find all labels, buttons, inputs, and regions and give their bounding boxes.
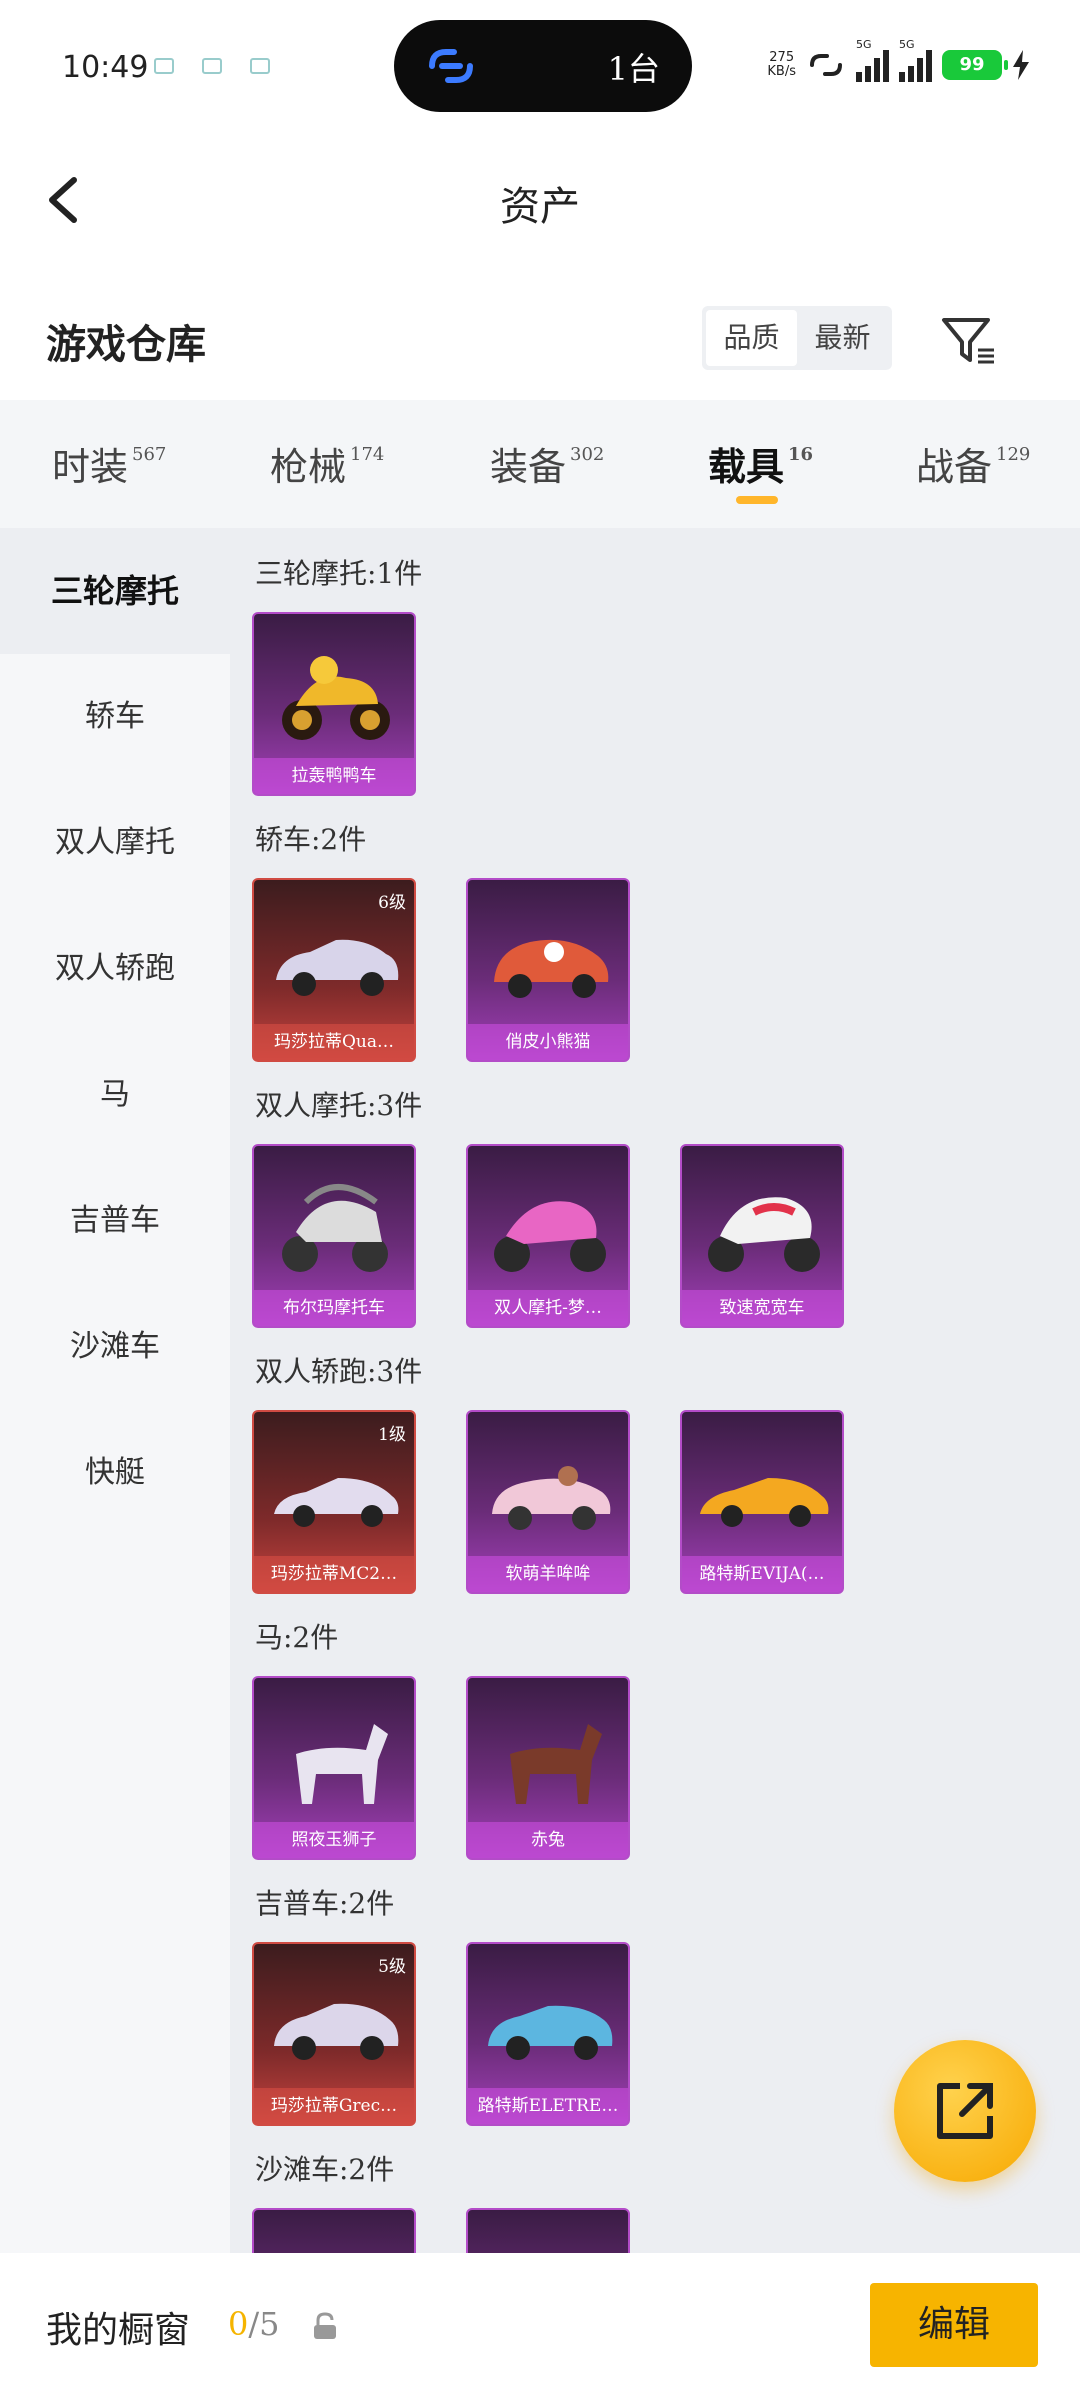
sidebar-item-speedboat[interactable]: 快艇 [0,1410,230,1536]
tab-vehicles[interactable]: 载具 16 [708,436,813,491]
app-header: 资产 [0,130,1080,270]
island-text: 1台 [607,50,660,88]
vehicle-name: 玛莎拉蒂MC2… [254,1556,414,1592]
vehicle-card[interactable]: 赤兔 [466,1676,630,1860]
filter-icon[interactable] [938,310,998,370]
vehicle-card[interactable]: 6级 玛莎拉蒂Qua… [252,878,416,1062]
tab-supplies[interactable]: 战备 129 [916,436,1030,491]
vehicle-name: 赤兔 [468,1822,628,1858]
sports-car-image [700,1478,829,1527]
vehicle-card[interactable]: 双人摩托-梦… [466,1144,630,1328]
status-bar: 10:49 1台 275 KB/s 5G 5G 99 [0,0,1080,130]
sidebar-item-horse[interactable]: 马 [0,1032,230,1158]
net-speed: 275 KB/s [767,50,796,79]
signal-icon: 5G [899,38,932,82]
vehicle-name: 路特斯EVIJA(… [682,1556,842,1592]
sidebar-item-two-seat-motorcycle[interactable]: 双人摩托 [0,780,230,906]
signal-icon: 5G [856,38,889,82]
warehouse-header: 游戏仓库 品质 最新 [0,270,1080,400]
notification-icon [202,58,222,74]
clock: 10:49 [62,50,149,85]
suv-image [274,2003,399,2060]
active-tab-indicator [736,496,778,504]
horse-image [296,1724,388,1804]
warehouse-title: 游戏仓库 [46,321,206,368]
edit-button[interactable]: 编辑 [870,2283,1038,2367]
notification-icon [250,58,270,74]
sidebar-item-coupe[interactable]: 双人轿跑 [0,906,230,1032]
tab-equipment[interactable]: 装备 302 [490,436,604,491]
vehicle-name: 双人摩托-梦… [468,1290,628,1326]
system-icons: 275 KB/s 5G 5G 99 [767,38,1030,90]
section-title: 沙滩车:2件 [255,2153,395,2186]
vehicle-card[interactable]: 5级 玛莎拉蒂Grec… [252,1942,416,2126]
vehicle-card[interactable]: 路特斯ELETRE… [466,1942,630,2126]
showcase-count: 0/5 [228,2305,280,2343]
sidebar-item-trike[interactable]: 三轮摩托 [0,528,230,654]
section-title: 轿车:2件 [255,823,367,856]
motorcycle-image [282,1184,388,1272]
external-link-icon [937,2083,993,2139]
link-icon [810,54,842,76]
section-title: 双人轿跑:3件 [255,1355,423,1388]
vehicle-name: 照夜玉狮子 [254,1822,414,1858]
sidebar-item-sedan[interactable]: 轿车 [0,654,230,780]
category-tabs: 时装 567 枪械 174 装备 302 载具 16 战备 129 [0,400,1080,528]
showcase-title: 我的橱窗 [46,2310,191,2351]
tab-fashion[interactable]: 时装 567 [52,436,166,491]
trike-image [282,656,390,740]
sort-toggle: 品质 最新 [702,306,892,370]
vehicle-card[interactable]: 俏皮小熊猫 [466,878,630,1062]
vehicle-name: 布尔玛摩托车 [254,1290,414,1326]
section-title: 双人摩托:3件 [255,1089,423,1122]
notification-icon [154,58,174,74]
vehicle-card[interactable]: 致速宽宽车 [680,1144,844,1328]
charging-icon [1013,50,1029,80]
vehicle-card[interactable]: 拉轰鸭鸭车 [252,612,416,796]
vehicle-name: 拉轰鸭鸭车 [254,758,414,794]
sedan-image [276,939,399,996]
sidebar-item-jeep[interactable]: 吉普车 [0,1158,230,1284]
suv-image [488,2005,613,2060]
sheep-car-image [492,1466,611,1530]
vehicle-name: 致速宽宽车 [682,1290,842,1326]
lock-icon [314,2312,336,2339]
tab-firearms[interactable]: 枪械 174 [270,436,384,491]
vehicle-card[interactable]: 布尔玛摩托车 [252,1144,416,1328]
vehicle-name: 玛莎拉蒂Qua… [254,1024,414,1060]
link-icon [429,49,473,83]
vehicle-card[interactable] [252,2208,416,2253]
vehicle-type-sidebar: 三轮摩托 轿车 双人摩托 双人轿跑 马 吉普车 沙滩车 快艇 [0,528,230,2253]
vehicle-name: 软萌羊哞哞 [468,1556,628,1592]
vehicle-card[interactable] [466,2208,630,2253]
section-title: 马:2件 [255,1621,339,1654]
section-title: 吉普车:2件 [255,1887,395,1920]
share-button[interactable] [894,2040,1036,2182]
sidebar-item-atv[interactable]: 沙滩车 [0,1284,230,1410]
horse-image [510,1724,602,1804]
section-title: 三轮摩托:1件 [255,557,423,590]
battery-icon: 99 [942,50,1008,80]
vehicle-card[interactable]: 路特斯EVIJA(… [680,1410,844,1594]
motorcycle-image [708,1197,820,1272]
vehicle-name: 路特斯ELETRE… [468,2088,628,2124]
page-title: 资产 [500,184,580,230]
vehicle-name: 玛莎拉蒂Grec… [254,2088,414,2124]
vehicle-card[interactable]: 1级 玛莎拉蒂MC2… [252,1410,416,1594]
vehicle-name: 俏皮小熊猫 [468,1024,628,1060]
sort-latest-button[interactable]: 最新 [797,310,888,366]
vehicle-card[interactable]: 照夜玉狮子 [252,1676,416,1860]
vehicle-card[interactable]: 软萌羊哞哞 [466,1410,630,1594]
vehicle-grid: 三轮摩托:1件 拉轰鸭鸭车 轿车:2件 6级 玛莎拉蒂Qua… 俏皮小熊猫 双人… [230,528,1080,2253]
motorcycle-image [494,1201,606,1272]
panda-car-image [494,939,609,998]
dynamic-island[interactable]: 1台 [394,20,692,112]
sort-quality-button[interactable]: 品质 [706,310,797,366]
coupe-image [274,1478,399,1527]
showcase-bar: 我的橱窗 0/5 编辑 [0,2253,1080,2400]
